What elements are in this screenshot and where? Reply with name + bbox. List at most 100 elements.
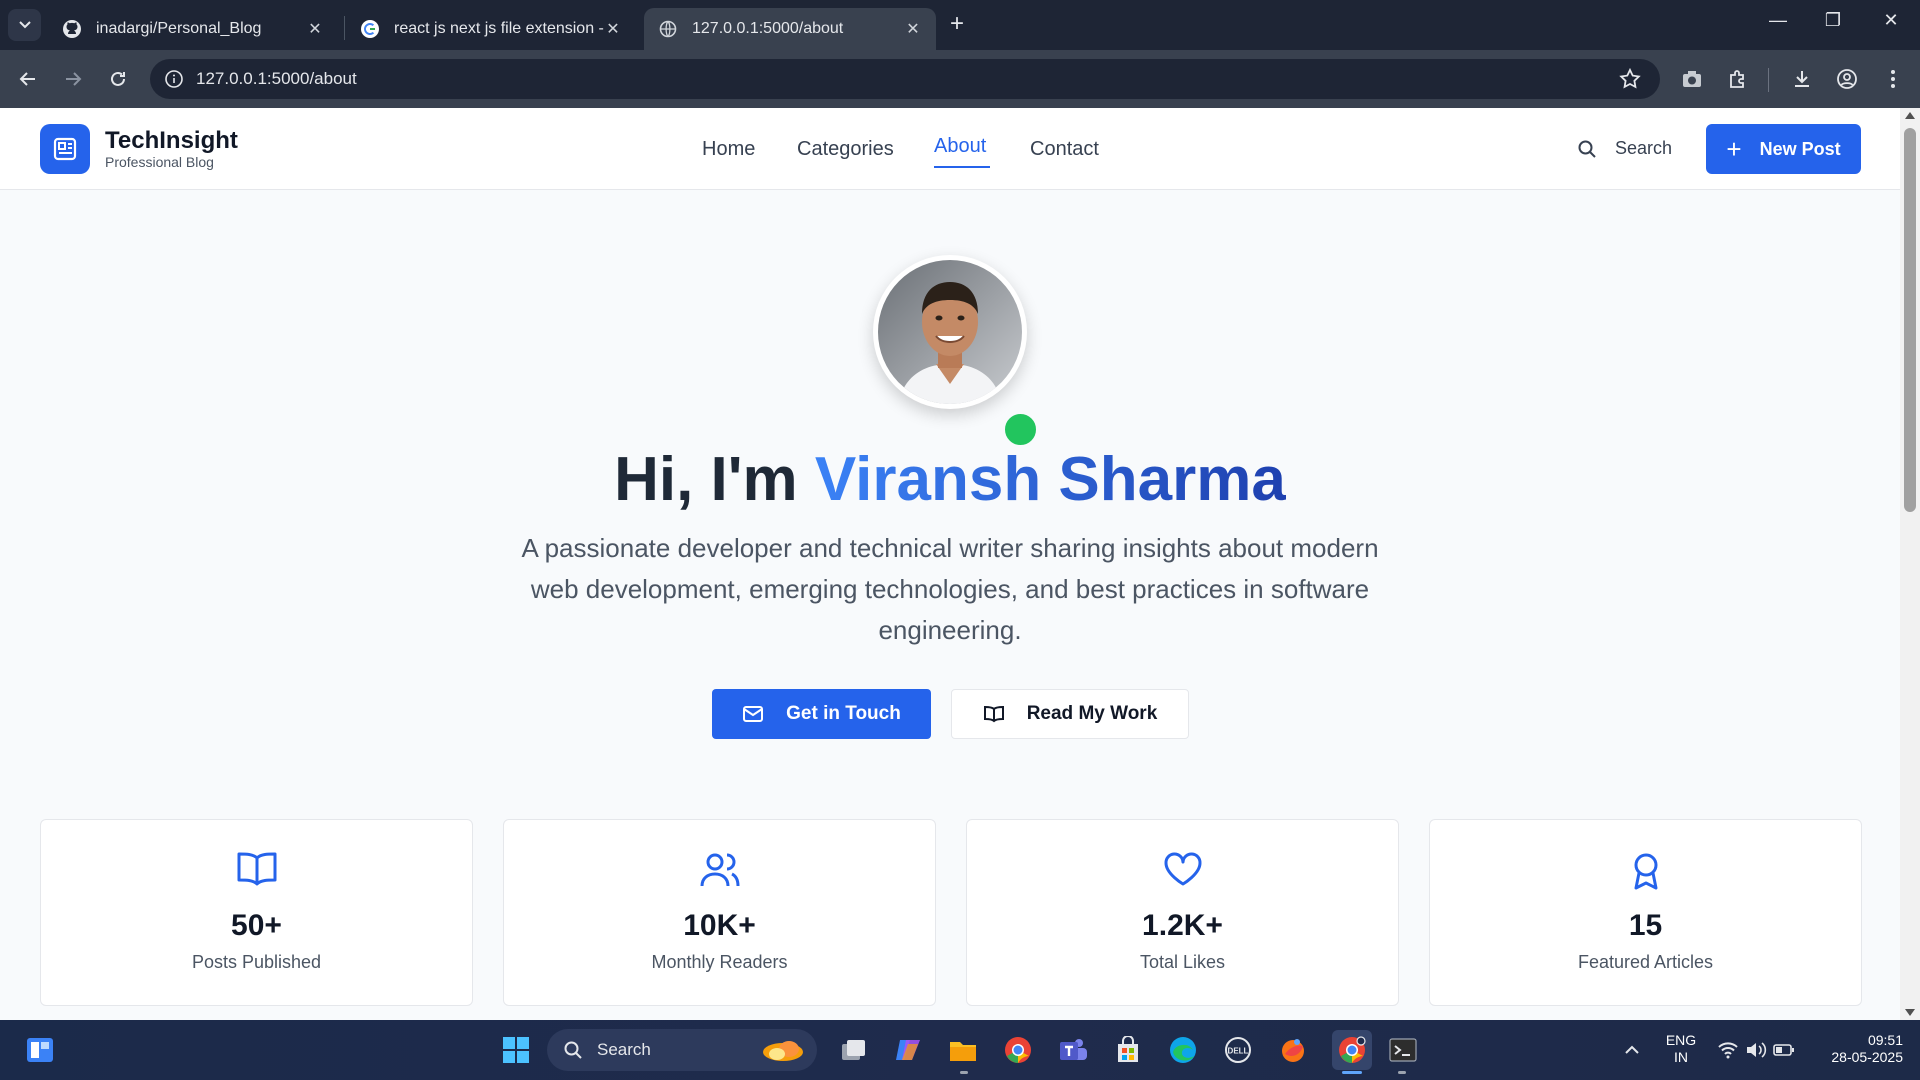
widgets-icon[interactable] bbox=[26, 1037, 54, 1063]
extensions-icon[interactable] bbox=[1724, 65, 1752, 93]
download-icon[interactable] bbox=[1788, 65, 1816, 93]
scroll-down-arrow[interactable] bbox=[1905, 1009, 1915, 1016]
file-explorer-icon[interactable] bbox=[947, 1034, 979, 1066]
app-orange-icon[interactable] bbox=[1277, 1034, 1309, 1066]
bookmark-star-icon[interactable] bbox=[1618, 67, 1642, 96]
stat-label: Posts Published bbox=[191, 952, 322, 972]
stat-card-likes: 1.2K+ Total Likes bbox=[966, 819, 1399, 1006]
nav-categories[interactable]: Categories bbox=[797, 138, 894, 161]
stat-card-readers: 10K+ Monthly Readers bbox=[503, 819, 936, 1006]
browser-tab-google[interactable]: react js next js file extension - G ✕ bbox=[346, 8, 636, 50]
scroll-up-arrow[interactable] bbox=[1905, 112, 1915, 119]
screenshot-icon[interactable] bbox=[1678, 65, 1706, 93]
get-in-touch-label: Get in Touch bbox=[786, 703, 901, 724]
microsoft-store-icon[interactable] bbox=[1112, 1034, 1144, 1066]
edge-icon[interactable] bbox=[1167, 1034, 1199, 1066]
hero-title: Hi, I'm Viransh Sharma bbox=[0, 440, 1900, 520]
site-header: TechInsight Professional Blog Home Categ… bbox=[0, 108, 1900, 190]
mail-icon bbox=[743, 706, 764, 722]
restore-icon[interactable]: ❐ bbox=[1818, 10, 1848, 31]
google-icon bbox=[360, 19, 380, 39]
stat-label: Total Likes bbox=[1139, 952, 1226, 972]
book-open-icon bbox=[237, 852, 276, 886]
profile-avatar bbox=[878, 260, 1022, 404]
clock-date: 28-05-2025 bbox=[1831, 1049, 1903, 1065]
hero-name: Viransh Sharma bbox=[814, 445, 1286, 514]
close-icon[interactable]: ✕ bbox=[306, 19, 324, 39]
window-close-icon[interactable]: ✕ bbox=[1876, 10, 1906, 31]
address-bar[interactable]: 127.0.0.1:5000/about bbox=[150, 59, 1660, 99]
newspaper-icon bbox=[53, 137, 77, 161]
running-indicator bbox=[960, 1071, 968, 1074]
avatar-frame bbox=[873, 255, 1027, 409]
stat-value: 10K+ bbox=[683, 909, 756, 942]
url-text: 127.0.0.1:5000/about bbox=[196, 69, 357, 88]
tab-title: react js next js file extension - G bbox=[394, 20, 604, 37]
terminal-icon[interactable] bbox=[1387, 1034, 1419, 1066]
hero-greeting: Hi, I'm bbox=[614, 445, 798, 514]
browser-tab-strip: inadargi/Personal_Blog ✕ react js next j… bbox=[0, 0, 1920, 50]
running-indicator bbox=[1398, 1071, 1406, 1074]
tab-search-button[interactable] bbox=[8, 9, 41, 41]
brand-name: TechInsight bbox=[105, 127, 238, 154]
brand[interactable]: TechInsight Professional Blog bbox=[105, 127, 238, 171]
read-my-work-label: Read My Work bbox=[1026, 703, 1158, 724]
site-logo[interactable] bbox=[40, 124, 90, 174]
new-tab-button[interactable]: + bbox=[950, 12, 964, 36]
nav-about[interactable]: About bbox=[934, 135, 986, 158]
stat-value: 50+ bbox=[231, 909, 282, 942]
nav-contact[interactable]: Contact bbox=[1030, 138, 1099, 161]
scroll-thumb[interactable] bbox=[1904, 128, 1916, 512]
taskbar-search[interactable]: Search bbox=[547, 1029, 817, 1071]
language-indicator[interactable]: ENG IN bbox=[1665, 1032, 1697, 1066]
browser-tab-active[interactable]: 127.0.0.1:5000/about ✕ bbox=[644, 8, 936, 50]
search-label: Search bbox=[1615, 138, 1673, 158]
stat-label: Monthly Readers bbox=[651, 952, 788, 972]
search-button[interactable]: Search bbox=[1577, 138, 1672, 159]
nav-home[interactable]: Home bbox=[702, 138, 755, 161]
site-info-icon[interactable] bbox=[164, 69, 184, 89]
search-icon bbox=[1578, 140, 1596, 158]
read-my-work-button[interactable]: Read My Work bbox=[951, 689, 1189, 739]
taskbar-search-label: Search bbox=[597, 1040, 651, 1059]
stat-value: 1.2K+ bbox=[1142, 909, 1223, 942]
page-scrollbar[interactable] bbox=[1900, 108, 1920, 1020]
clock[interactable]: 09:51 28-05-2025 bbox=[1813, 1032, 1903, 1066]
stat-card-posts: 50+ Posts Published bbox=[40, 819, 473, 1006]
tab-title: 127.0.0.1:5000/about bbox=[692, 20, 844, 37]
clock-time: 09:51 bbox=[1867, 1032, 1903, 1048]
close-icon[interactable]: ✕ bbox=[904, 19, 922, 39]
browser-tab-github[interactable]: inadargi/Personal_Blog ✕ bbox=[48, 8, 338, 50]
github-icon bbox=[62, 19, 82, 39]
copilot-icon[interactable] bbox=[892, 1034, 924, 1066]
get-in-touch-button[interactable]: Get in Touch bbox=[712, 689, 931, 739]
brand-tagline: Professional Blog bbox=[105, 154, 214, 170]
chrome-icon[interactable] bbox=[1002, 1034, 1034, 1066]
close-icon[interactable]: ✕ bbox=[604, 19, 622, 39]
tray-overflow-chevron-icon[interactable] bbox=[1616, 1034, 1648, 1066]
profile-icon[interactable] bbox=[1833, 65, 1861, 93]
windows-start-icon[interactable] bbox=[500, 1034, 532, 1066]
dell-icon[interactable]: DELL bbox=[1222, 1034, 1254, 1066]
os-taskbar: Search DELL ENG IN 09:51 28-05-2025 bbox=[0, 1020, 1920, 1080]
task-view-icon[interactable] bbox=[838, 1034, 870, 1066]
heart-icon bbox=[1164, 852, 1201, 886]
active-indicator bbox=[1342, 1071, 1362, 1074]
back-icon[interactable] bbox=[13, 64, 43, 94]
stat-card-featured: 15 Featured Articles bbox=[1429, 819, 1862, 1006]
new-post-button[interactable]: + New Post bbox=[1706, 124, 1861, 174]
stat-value: 15 bbox=[1628, 909, 1663, 942]
new-post-label: New Post bbox=[1759, 138, 1841, 159]
teams-icon[interactable] bbox=[1057, 1034, 1089, 1066]
more-menu-icon[interactable] bbox=[1879, 65, 1907, 93]
globe-icon bbox=[658, 19, 678, 39]
plus-icon: + bbox=[1726, 134, 1742, 164]
chrome-profile-icon[interactable] bbox=[1332, 1030, 1372, 1070]
forward-icon[interactable] bbox=[58, 64, 88, 94]
active-nav-underline bbox=[934, 166, 990, 168]
search-highlight-icon bbox=[763, 1041, 803, 1061]
hero-description: A passionate developer and technical wri… bbox=[521, 533, 1379, 645]
minimize-icon[interactable]: — bbox=[1763, 10, 1793, 31]
battery-icon[interactable] bbox=[1768, 1034, 1800, 1066]
reload-icon[interactable] bbox=[103, 64, 133, 94]
